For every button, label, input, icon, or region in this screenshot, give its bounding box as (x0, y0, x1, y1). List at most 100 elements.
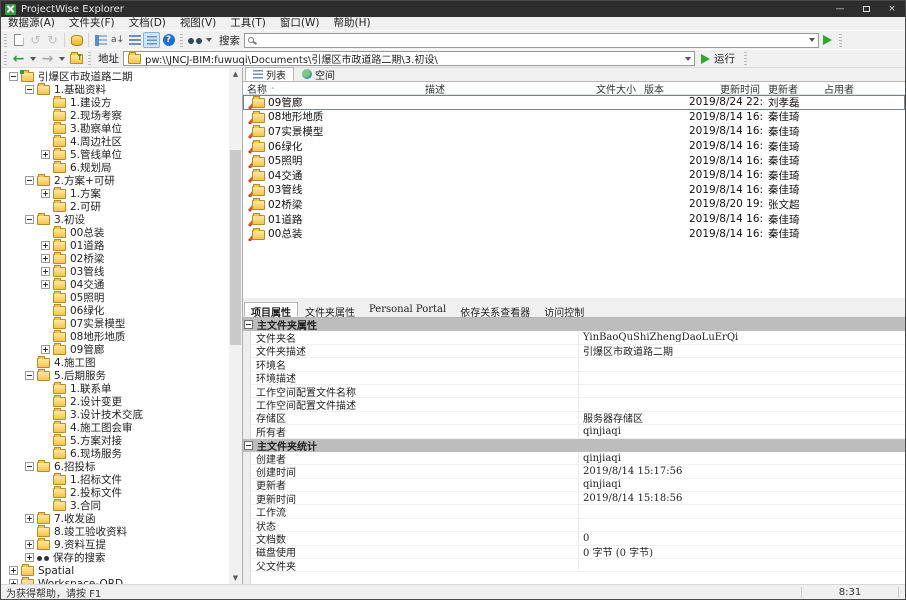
file-list-row[interactable]: 03管线2019/8/14 16:13:12秦佳琦 (243, 183, 905, 198)
help-button[interactable]: ? (160, 32, 177, 48)
property-row[interactable]: 环境描述 (243, 372, 905, 385)
prop-tab-3[interactable]: 依存关系查看器 (453, 302, 537, 317)
column-header-5[interactable]: 更新时间 (685, 82, 764, 96)
file-list-row[interactable]: 04交通2019/8/14 16:13:12秦佳琦 (243, 168, 905, 183)
property-row[interactable]: 环境名 (243, 358, 905, 371)
property-row[interactable]: 存储区服务器存储区 (243, 412, 905, 425)
detail-list-view-button[interactable] (143, 32, 160, 48)
column-header-1[interactable]: 名称˄ (243, 82, 421, 96)
property-row[interactable]: 更新者qinjiaqi (243, 479, 905, 492)
address-input[interactable]: pw:\\JNCJ-BIM:fuwuqi\Documents\引爆区市政道路二期… (123, 51, 695, 66)
find-dropdown-caret-icon[interactable] (206, 38, 212, 42)
property-section-header[interactable]: 主文件夹统计 (243, 439, 905, 452)
expand-icon[interactable] (41, 241, 50, 250)
tree-item[interactable]: 保存的搜索 (1, 551, 229, 564)
tree-item[interactable]: 09管廊 (1, 343, 229, 356)
column-header-6[interactable]: 更新者 (764, 82, 820, 96)
tree-item[interactable]: 8.竣工验收资料 (1, 525, 229, 538)
menu-item-6[interactable]: 帮助(H) (326, 17, 377, 30)
tree-item[interactable]: 9.资料互提 (1, 538, 229, 551)
tree-item[interactable]: 引爆区市政道路二期 (1, 70, 229, 83)
menu-item-4[interactable]: 工具(T) (223, 17, 273, 30)
back-button[interactable]: ← (10, 51, 27, 67)
tree-item[interactable]: 03管线 (1, 265, 229, 278)
scroll-up-icon[interactable]: ▲ (229, 68, 242, 80)
property-row[interactable]: 状态 (243, 519, 905, 532)
prop-tab-4[interactable]: 访问控制 (537, 302, 591, 317)
column-header-3[interactable]: 文件大小 (563, 82, 640, 96)
collapse-icon[interactable] (25, 371, 34, 380)
collapse-icon[interactable] (25, 462, 34, 471)
search-dropdown-caret-icon[interactable] (809, 38, 815, 42)
file-list-row[interactable]: 06绿化2019/8/14 16:13:12秦佳琦 (243, 139, 905, 154)
tree-item[interactable]: 5.后期服务 (1, 369, 229, 382)
prop-tab-0[interactable]: 项目属性 (244, 302, 298, 317)
toolbar-grip[interactable] (4, 52, 7, 65)
expand-icon[interactable] (41, 189, 50, 198)
tree-item[interactable]: 4.施工图 (1, 356, 229, 369)
property-row[interactable]: 工作空间配置文件名称 (243, 385, 905, 398)
tree-item[interactable]: 01道路 (1, 239, 229, 252)
expand-icon[interactable] (41, 150, 50, 159)
toolbar-grip[interactable] (4, 34, 7, 47)
folder-up-button[interactable]: ↑ (68, 51, 85, 67)
prop-tab-1[interactable]: 文件夹属性 (298, 302, 362, 317)
tree-item[interactable]: 6.规划局 (1, 161, 229, 174)
property-row[interactable]: 更新时间2019/8/14 15:18:56 (243, 492, 905, 505)
property-row[interactable]: 文件夹名YinBaoQuShiZhengDaoLuErQi (243, 331, 905, 344)
tree-item[interactable]: 3.合同 (1, 499, 229, 512)
collapse-icon[interactable] (9, 72, 18, 81)
tree-item[interactable]: Spatial (1, 564, 229, 577)
scroll-down-icon[interactable]: ▼ (229, 572, 242, 584)
toolbar-grip[interactable] (744, 52, 747, 65)
collapse-icon[interactable] (244, 441, 253, 450)
search-input[interactable] (244, 33, 819, 48)
minimize-button[interactable]: — (827, 1, 853, 17)
file-list-row[interactable]: 07实景模型2019/8/14 16:13:12秦佳琦 (243, 124, 905, 139)
new-document-button[interactable] (10, 32, 27, 48)
forward-history-caret-icon[interactable] (59, 57, 65, 61)
tree-scrollbar[interactable]: ▲ ▼ (229, 68, 242, 584)
property-row[interactable]: 父文件夹 (243, 559, 905, 572)
tree-item[interactable]: 5.管线单位 (1, 148, 229, 161)
scrollbar-thumb[interactable] (230, 150, 241, 345)
toolbar-grip[interactable] (839, 34, 842, 47)
menu-item-3[interactable]: 视图(V) (173, 17, 223, 30)
menu-item-2[interactable]: 文档(D) (122, 17, 173, 30)
expand-icon[interactable] (41, 345, 50, 354)
menu-item-0[interactable]: 数据源(A) (1, 17, 62, 30)
expand-icon[interactable] (25, 540, 34, 549)
toolbar-grip[interactable] (180, 34, 183, 47)
file-list-row[interactable]: 01道路2019/8/14 16:13:12秦佳琦 (243, 212, 905, 227)
tree-item[interactable]: Workspace-ORD (1, 577, 229, 584)
file-list-header[interactable]: 名称˄描述文件大小版本更新时间更新者占用者 (243, 82, 905, 95)
tree-item[interactable]: 2.方案+可研 (1, 174, 229, 187)
tree-item[interactable]: 1.基础资料 (1, 83, 229, 96)
file-list-row[interactable]: 09管廊2019/8/24 22:48:33刘孝磊 (243, 95, 905, 110)
tree-item[interactable]: 02桥梁 (1, 252, 229, 265)
tree-item[interactable]: 2.可研 (1, 200, 229, 213)
find-button[interactable] (186, 32, 203, 48)
close-button[interactable]: × (879, 1, 905, 17)
datasource-button[interactable] (68, 32, 85, 48)
property-row[interactable]: 磁盘使用0 字节 (0 字节) (243, 546, 905, 559)
tree-item[interactable]: 2.投标文件 (1, 486, 229, 499)
tree-item[interactable]: 05照明 (1, 291, 229, 304)
file-list-row[interactable]: 02桥梁2019/8/20 19:23:24张文超 (243, 197, 905, 212)
tree-item[interactable]: 6.现场服务 (1, 447, 229, 460)
column-header-2[interactable]: 描述 (421, 82, 563, 96)
property-row[interactable]: 文件夹描述引爆区市政道路二期 (243, 345, 905, 358)
tree-item[interactable]: 1.方案 (1, 187, 229, 200)
search-run-button[interactable] (819, 32, 836, 48)
property-row[interactable]: 工作流 (243, 505, 905, 518)
back-history-caret-icon[interactable] (30, 57, 36, 61)
expand-icon[interactable] (41, 267, 50, 276)
maximize-button[interactable] (853, 1, 879, 17)
property-section-header[interactable]: 主文件夹属性 (243, 318, 905, 331)
collapse-icon[interactable] (25, 85, 34, 94)
column-header-4[interactable]: 版本 (640, 82, 685, 96)
property-row[interactable]: 创建时间2019/8/14 15:17:56 (243, 465, 905, 478)
file-list-row[interactable]: 08地形地质2019/8/14 16:13:12秦佳琦 (243, 110, 905, 125)
property-row[interactable]: 创建者qinjiaqi (243, 452, 905, 465)
tree-item[interactable]: 3.初设 (1, 213, 229, 226)
